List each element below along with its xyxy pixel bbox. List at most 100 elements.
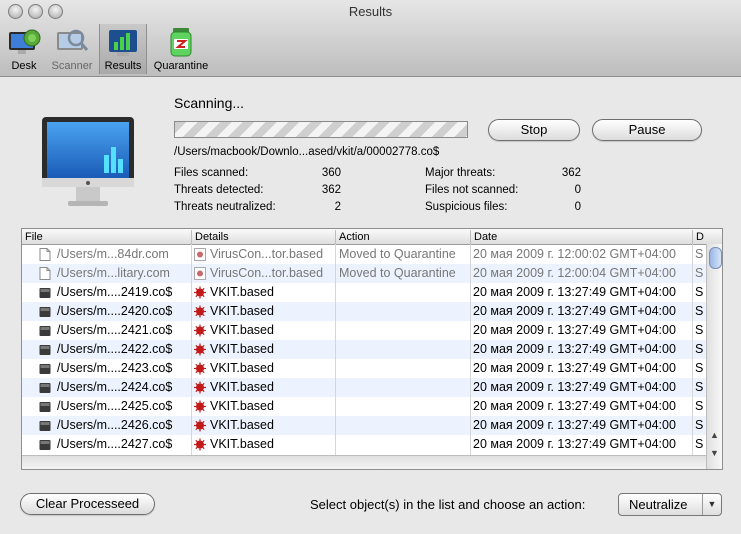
stop-button[interactable]: Stop bbox=[488, 119, 580, 141]
suspicious-files-label: Suspicious files: bbox=[425, 201, 508, 213]
toolbar-desk-label: Desk bbox=[11, 60, 37, 72]
virus-icon bbox=[194, 305, 206, 318]
cell-d: S bbox=[695, 342, 704, 356]
toolbar-quarantine-label: Quarantine bbox=[153, 60, 209, 72]
threats-detected-label: Threats detected: bbox=[174, 184, 264, 196]
cell-d: S bbox=[695, 266, 704, 280]
quarantine-icon bbox=[163, 26, 199, 58]
horizontal-scrollbar[interactable] bbox=[22, 455, 706, 469]
files-not-scanned-label: Files not scanned: bbox=[425, 184, 519, 196]
column-header-date[interactable]: Date bbox=[470, 230, 695, 244]
cell-details: VKIT.based bbox=[210, 361, 274, 375]
cell-date: 20 мая 2009 г. 13:27:49 GMT+04:00 bbox=[473, 437, 676, 451]
virus-icon bbox=[194, 324, 206, 337]
table-row[interactable]: /Users/m....2419.co$ VKIT.based 20 мая 200… bbox=[22, 283, 707, 302]
column-header-file[interactable]: File bbox=[22, 230, 191, 244]
document-icon bbox=[39, 248, 51, 261]
cell-action bbox=[339, 378, 467, 397]
table-row[interactable]: /Users/m...84dr.com VirusCon...tor.based M… bbox=[22, 245, 707, 264]
cell-details: VKIT.based bbox=[210, 437, 274, 451]
cell-action: Moved to Quarantine bbox=[339, 247, 456, 261]
toolbar-quarantine-button[interactable]: Quarantine bbox=[150, 24, 212, 74]
cell-details: VKIT.based bbox=[210, 342, 274, 356]
cell-details: VKIT.based bbox=[210, 399, 274, 413]
file-icon bbox=[39, 419, 51, 432]
cell-d: S bbox=[695, 380, 704, 394]
scan-path: /Users/macbook/Downlo...ased/vkit/a/0000… bbox=[174, 146, 440, 158]
cell-date: 20 мая 2009 г. 12:00:04 GMT+04:00 bbox=[473, 266, 676, 280]
virus-icon bbox=[194, 267, 206, 280]
toolbar-scanner-label: Scanner bbox=[51, 60, 93, 72]
column-header-d[interactable]: D bbox=[692, 230, 708, 244]
cell-details: VKIT.based bbox=[210, 323, 274, 337]
file-icon bbox=[39, 286, 51, 299]
toolbar-scanner-button[interactable]: Scanner bbox=[48, 24, 96, 74]
file-icon bbox=[39, 324, 51, 337]
window-titlebar: Results Desk Scanner Results Quarantine bbox=[0, 0, 741, 77]
pause-button[interactable]: Pause bbox=[592, 119, 702, 141]
cell-file: /Users/m....2419.co$ bbox=[57, 285, 173, 299]
threats-neutralized-label: Threats neutralized: bbox=[174, 201, 276, 213]
scan-progress-bar bbox=[174, 121, 468, 138]
virus-icon bbox=[194, 248, 206, 261]
cell-action bbox=[339, 416, 467, 435]
file-icon bbox=[39, 400, 51, 413]
table-row[interactable]: /Users/m....2427.co$ VKIT.based 20 мая 200… bbox=[22, 435, 707, 454]
table-row[interactable]: /Users/m....2426.co$ VKIT.based 20 мая 200… bbox=[22, 416, 707, 435]
cell-action bbox=[339, 302, 467, 321]
cell-d: S bbox=[695, 285, 704, 299]
cell-details: VirusCon...tor.based bbox=[210, 247, 324, 261]
table-row[interactable]: /Users/m....2420.co$ VKIT.based 20 мая 200… bbox=[22, 302, 707, 321]
virus-icon bbox=[194, 343, 206, 356]
column-header-action[interactable]: Action bbox=[335, 230, 469, 244]
document-icon bbox=[39, 267, 51, 280]
scanner-icon bbox=[54, 26, 90, 58]
virus-icon bbox=[194, 419, 206, 432]
scrollbar-thumb[interactable] bbox=[709, 247, 722, 269]
cell-date: 20 мая 2009 г. 13:27:49 GMT+04:00 bbox=[473, 361, 676, 375]
cell-action bbox=[339, 435, 467, 454]
cell-date: 20 мая 2009 г. 13:27:49 GMT+04:00 bbox=[473, 418, 676, 432]
virus-icon bbox=[194, 362, 206, 375]
toolbar-results-button[interactable]: Results bbox=[99, 24, 147, 74]
column-header-details[interactable]: Details bbox=[191, 230, 336, 244]
table-row[interactable]: /Users/m....2424.co$ VKIT.based 20 мая 200… bbox=[22, 378, 707, 397]
cell-date: 20 мая 2009 г. 13:27:49 GMT+04:00 bbox=[473, 342, 676, 356]
table-row[interactable]: /Users/m...litary.com VirusCon...tor.base… bbox=[22, 264, 707, 283]
table-row[interactable]: /Users/m....2423.co$ VKIT.based 20 мая 200… bbox=[22, 359, 707, 378]
action-select-value: Neutralize bbox=[629, 497, 688, 512]
table-row[interactable]: /Users/m....2421.co$ VKIT.based 20 мая 200… bbox=[22, 321, 707, 340]
files-scanned-value: 360 bbox=[321, 167, 341, 179]
file-icon bbox=[39, 343, 51, 356]
action-select[interactable]: Neutralize ▼ bbox=[618, 493, 722, 516]
cell-file: /Users/m...litary.com bbox=[57, 266, 170, 280]
scan-status: Scanning... bbox=[174, 95, 245, 111]
cell-file: /Users/m....2420.co$ bbox=[57, 304, 173, 318]
cell-file: /Users/m....2421.co$ bbox=[57, 323, 173, 337]
clear-processed-button[interactable]: Clear Processeed bbox=[20, 493, 155, 515]
cell-details: VKIT.based bbox=[210, 380, 274, 394]
scroll-down-icon[interactable]: ▼ bbox=[710, 448, 719, 458]
cell-date: 20 мая 2009 г. 12:00:02 GMT+04:00 bbox=[473, 247, 676, 261]
threats-neutralized-value: 2 bbox=[334, 201, 341, 213]
table-row[interactable]: /Users/m....2425.co$ VKIT.based 20 мая 200… bbox=[22, 397, 707, 416]
results-table[interactable]: File Details Action Date D /Users/m...84… bbox=[21, 228, 723, 470]
action-prompt: Select object(s) in the list and choose … bbox=[310, 497, 586, 512]
cell-date: 20 мая 2009 г. 13:27:49 GMT+04:00 bbox=[473, 380, 676, 394]
cell-file: /Users/m....2427.co$ bbox=[57, 437, 173, 451]
table-row[interactable]: /Users/m....2422.co$ VKIT.based 20 мая 200… bbox=[22, 340, 707, 359]
cell-date: 20 мая 2009 г. 13:27:49 GMT+04:00 bbox=[473, 285, 676, 299]
cell-d: S bbox=[695, 323, 704, 337]
scroll-up-icon[interactable]: ▲ bbox=[710, 430, 719, 440]
file-icon bbox=[39, 305, 51, 318]
vertical-scrollbar[interactable]: ▲ ▼ bbox=[706, 244, 722, 469]
cell-details: VKIT.based bbox=[210, 304, 274, 318]
virus-icon bbox=[194, 286, 206, 299]
cell-d: S bbox=[695, 247, 704, 261]
major-threats-value: 362 bbox=[561, 167, 581, 179]
cell-action bbox=[339, 283, 467, 302]
cell-file: /Users/m....2425.co$ bbox=[57, 399, 173, 413]
toolbar-desk-button[interactable]: Desk bbox=[4, 24, 44, 74]
cell-date: 20 мая 2009 г. 13:27:49 GMT+04:00 bbox=[473, 399, 676, 413]
virus-icon bbox=[194, 438, 206, 451]
